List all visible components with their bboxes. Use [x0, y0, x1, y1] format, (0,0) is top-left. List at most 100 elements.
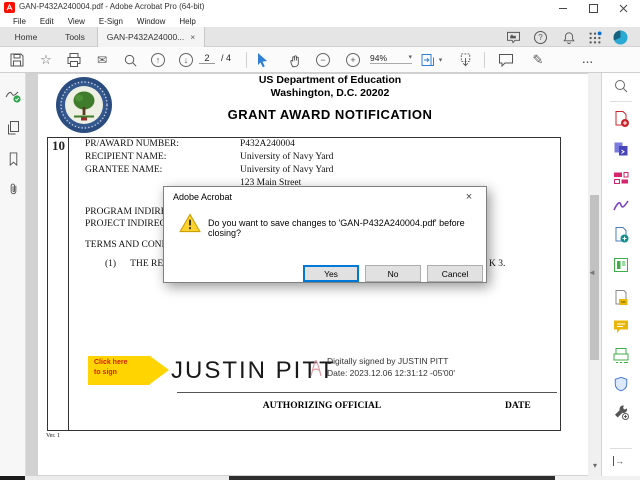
attachments-paperclip-icon[interactable]	[4, 180, 22, 198]
chevron-down-icon: ▾	[438, 57, 443, 64]
toolbar-separator	[484, 52, 485, 68]
field-label: PR/AWARD NUMBER:	[85, 139, 179, 149]
help-icon[interactable]: ?	[534, 31, 547, 44]
create-pdf-icon[interactable]	[612, 226, 630, 244]
dialog-close-icon[interactable]: ×	[454, 187, 484, 207]
dialog-message: Do you want to save changes to 'GAN-P432…	[208, 218, 465, 238]
menu-view[interactable]: View	[61, 17, 92, 26]
minimize-button[interactable]	[552, 3, 574, 14]
field-value: University of Navy Yard	[240, 165, 334, 175]
terms-line-fragment: TERMS AND CONI	[85, 240, 165, 250]
gan-form-box	[47, 137, 561, 431]
no-button[interactable]: No	[365, 265, 421, 282]
comment-icon[interactable]	[496, 50, 516, 70]
app-grid-icon[interactable]	[588, 31, 602, 45]
expand-panel-icon[interactable]: →	[613, 456, 624, 466]
menu-file[interactable]: File	[6, 17, 33, 26]
cancel-button[interactable]: Cancel	[427, 265, 483, 282]
window-title: GAN-P432A240004.pdf - Adobe Acrobat Pro …	[19, 2, 205, 11]
more-tools-wrench-icon[interactable]	[612, 403, 630, 421]
sign-tag-line1: Click here	[94, 359, 128, 366]
save-icon[interactable]	[7, 50, 27, 70]
bottom-edge-segment	[0, 476, 25, 480]
signatures-panel-icon[interactable]	[4, 86, 22, 104]
organize-pages-icon[interactable]	[612, 256, 630, 274]
panel-divider	[610, 101, 632, 102]
field-label: GRANTEE NAME:	[85, 165, 163, 175]
yes-button[interactable]: Yes	[303, 265, 359, 282]
zoom-level-value: 94%	[370, 53, 388, 63]
signature-line	[177, 392, 557, 393]
project-line-fragment: PROJECT INDIREC	[85, 219, 166, 229]
search-icon[interactable]	[120, 50, 140, 70]
warning-icon	[179, 213, 201, 233]
next-page-icon[interactable]: ↓	[176, 50, 196, 70]
combine-files-icon[interactable]	[612, 140, 630, 158]
tab-document-label: GAN-P432A24000...	[106, 32, 185, 42]
user-avatar[interactable]	[613, 30, 628, 45]
tab-home[interactable]: Home	[0, 27, 52, 47]
close-window-button[interactable]	[612, 3, 634, 14]
dialog-title: Adobe Acrobat	[173, 192, 233, 202]
page-thumbnails-icon[interactable]	[4, 119, 22, 137]
zoom-level-select[interactable]: 94% ▾	[370, 53, 412, 64]
right-text-fragment: K 3.	[489, 259, 506, 269]
tab-tools[interactable]: Tools	[52, 27, 98, 47]
more-tools-icon[interactable]: ...	[578, 50, 598, 70]
title-bar: GAN-P432A240004.pdf - Adobe Acrobat Pro …	[0, 0, 640, 15]
menu-edit[interactable]: Edit	[33, 17, 61, 26]
click-to-sign-tag[interactable]: Click here to sign	[88, 356, 150, 385]
star-favorite-icon[interactable]: ☆	[36, 50, 56, 70]
page-scrolling-icon[interactable]	[455, 50, 475, 70]
field-value: University of Navy Yard	[240, 152, 334, 162]
toolbar-separator	[246, 52, 247, 68]
tab-document[interactable]: GAN-P432A24000... ×	[97, 27, 205, 47]
scan-and-ocr-icon[interactable]	[612, 346, 630, 364]
page-count-label: / 4	[221, 53, 232, 63]
tab-close-icon[interactable]: ×	[190, 32, 195, 42]
zoom-in-icon[interactable]: +	[343, 50, 363, 70]
maximize-button[interactable]	[582, 3, 604, 14]
field-value: P432A240004	[240, 139, 295, 149]
digitally-signed-line1: Digitally signed by JUSTIN PITT	[327, 356, 449, 366]
scrollbar-thumb[interactable]	[590, 195, 599, 360]
edit-pdf-icon[interactable]	[612, 169, 630, 187]
panel-collapse-arrow-icon[interactable]: ◄	[588, 268, 596, 277]
doc-org-line: US Department of Education	[258, 74, 402, 86]
select-tool-icon[interactable]	[252, 50, 272, 70]
panel-divider	[610, 448, 632, 449]
field-label: RECIPIENT NAME:	[85, 152, 167, 162]
left-navigation-pane	[0, 73, 26, 476]
print-icon[interactable]	[64, 50, 84, 70]
click-to-sign-tag-arrow[interactable]	[150, 356, 169, 384]
quick-toolbar: ☆ ✉ ↑ ↓ 2 / 4 − + 94% ▾ ▾ ✎ ...	[0, 47, 640, 73]
gan-box-divider	[68, 137, 69, 431]
export-pdf-icon[interactable]	[612, 110, 630, 128]
previous-page-icon[interactable]: ↑	[148, 50, 168, 70]
menu-help[interactable]: Help	[172, 17, 202, 26]
fill-and-sign-icon[interactable]	[612, 197, 630, 215]
email-icon[interactable]: ✉	[92, 50, 112, 70]
zoom-out-icon[interactable]: −	[313, 50, 333, 70]
menu-esign[interactable]: E-Sign	[92, 17, 130, 26]
digitally-signed-line2: Date: 2023.12.06 12:31:12 -05'00'	[327, 368, 456, 378]
date-label: DATE	[505, 401, 531, 411]
protect-shield-icon[interactable]	[612, 375, 630, 393]
prepare-form-icon[interactable]	[612, 289, 630, 307]
version-label: Ver. 1	[46, 433, 60, 439]
menu-window[interactable]: Window	[130, 17, 172, 26]
bookmarks-icon[interactable]	[4, 150, 22, 168]
hand-tool-icon[interactable]	[285, 50, 305, 70]
digital-signature-mark-icon	[309, 357, 323, 379]
block-number: 10	[52, 138, 65, 153]
highlight-pen-icon[interactable]: ✎	[528, 50, 548, 70]
department-of-education-seal	[55, 76, 113, 134]
notifications-bell-icon[interactable]	[562, 31, 576, 45]
comment-tool-icon[interactable]	[612, 318, 630, 336]
search-tool-icon[interactable]	[612, 77, 630, 95]
scrollbar-down-icon[interactable]: ▾	[590, 461, 600, 470]
feedback-icon[interactable]	[506, 31, 521, 44]
fit-width-icon[interactable]: ▾	[418, 50, 444, 70]
page-number-input[interactable]: 2	[199, 53, 215, 64]
bottom-edge-segment	[25, 476, 229, 480]
